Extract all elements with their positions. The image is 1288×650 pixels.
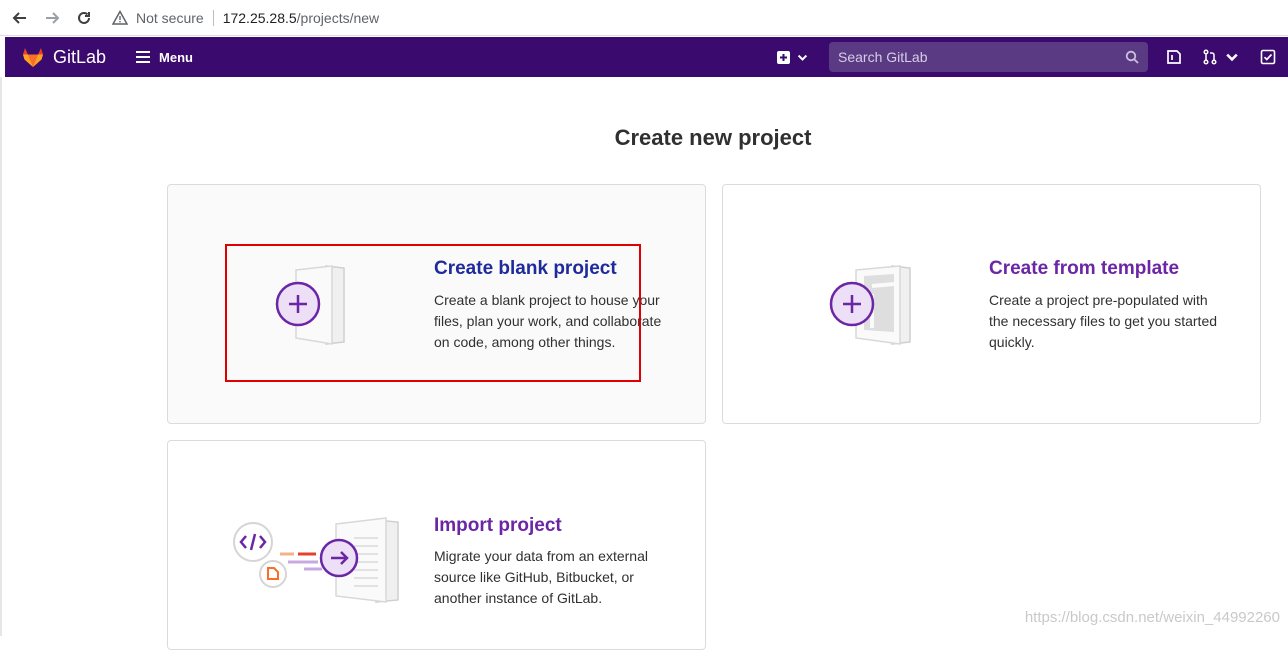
plus-square-icon (777, 51, 790, 64)
panel-title-import[interactable]: Import project (434, 515, 562, 537)
import-project-illustration (226, 512, 406, 608)
url-path: /projects/new (297, 10, 379, 26)
gitlab-logo-link[interactable]: GitLab (21, 46, 106, 68)
panel-desc-import: Migrate your data from an external sourc… (434, 546, 660, 609)
watermark: https://blog.csdn.net/weixin_44992260 (1025, 609, 1280, 626)
merge-request-icon (1202, 49, 1218, 65)
forward-button[interactable] (38, 4, 66, 32)
new-dropdown[interactable] (777, 51, 809, 64)
search-input[interactable]: Search GitLab (829, 42, 1148, 72)
merge-requests-dropdown[interactable] (1202, 49, 1240, 65)
menu-button[interactable]: Menu (136, 50, 193, 65)
brand-name: GitLab (53, 47, 106, 68)
chevron-down-icon (796, 51, 809, 64)
url-host: 172.25.28.5 (223, 10, 297, 26)
hamburger-icon (136, 51, 150, 63)
template-project-illustration (824, 262, 914, 346)
back-button[interactable] (6, 4, 34, 32)
gitlab-tanuki-icon (21, 46, 45, 68)
menu-label: Menu (159, 50, 193, 65)
issues-button[interactable] (1166, 49, 1182, 65)
header-actions: Search GitLab (777, 37, 1288, 77)
selection-highlight (225, 244, 641, 382)
gitlab-header: GitLab Menu Search GitLab (5, 37, 1288, 77)
page-left-edge (0, 77, 2, 636)
todos-button[interactable] (1260, 49, 1276, 65)
reload-icon (75, 9, 93, 27)
chevron-down-icon (1224, 49, 1240, 65)
address-bar[interactable]: Not secure 172.25.28.5/projects/new (112, 10, 379, 26)
browser-toolbar: Not secure 172.25.28.5/projects/new (0, 0, 1288, 36)
panel-title-template[interactable]: Create from template (989, 258, 1179, 280)
not-secure-label: Not secure (136, 10, 204, 26)
page-title: Create new project (0, 125, 1288, 151)
warning-icon (112, 10, 128, 26)
back-arrow-icon (11, 9, 29, 27)
forward-arrow-icon (43, 9, 61, 27)
panel-desc-template: Create a project pre-populated with the … (989, 290, 1229, 353)
todo-check-icon (1260, 49, 1276, 65)
address-separator (213, 10, 214, 26)
reload-button[interactable] (70, 4, 98, 32)
search-icon (1125, 50, 1139, 64)
search-placeholder: Search GitLab (838, 49, 928, 65)
issues-icon (1166, 49, 1182, 65)
